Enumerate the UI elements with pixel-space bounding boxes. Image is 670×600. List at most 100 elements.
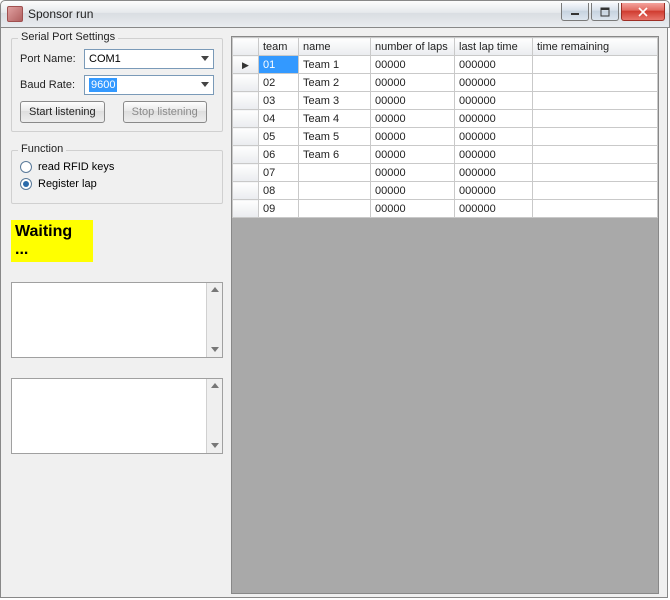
close-button[interactable] xyxy=(621,3,665,21)
scroll-up-icon[interactable] xyxy=(207,379,222,393)
cell-remaining[interactable] xyxy=(533,182,658,200)
chevron-down-icon xyxy=(197,50,213,68)
scroll-up-icon[interactable] xyxy=(207,283,222,297)
header-row: team name number of laps last lap time t… xyxy=(233,38,658,56)
client-area: Serial Port Settings Port Name: COM1 Bau… xyxy=(0,28,668,598)
col-name[interactable]: name xyxy=(299,38,371,56)
stop-listening-button[interactable]: Stop listening xyxy=(123,101,207,123)
cell-team[interactable]: 09 xyxy=(259,200,299,218)
cell-name[interactable] xyxy=(299,200,371,218)
radio-icon xyxy=(20,161,32,173)
table-row[interactable]: 09 00000000000 xyxy=(233,200,658,218)
scrollbar[interactable] xyxy=(206,379,222,453)
cell-remaining[interactable] xyxy=(533,56,658,74)
table-row[interactable]: 03Team 300000000000 xyxy=(233,92,658,110)
cell-name[interactable]: Team 6 xyxy=(299,146,371,164)
cell-laps[interactable]: 00000 xyxy=(371,200,455,218)
cell-name[interactable]: Team 3 xyxy=(299,92,371,110)
minimize-button[interactable] xyxy=(561,3,589,21)
col-last[interactable]: last lap time xyxy=(455,38,533,56)
table-row[interactable]: 07 00000000000 xyxy=(233,164,658,182)
cell-name[interactable] xyxy=(299,164,371,182)
cell-name[interactable] xyxy=(299,182,371,200)
row-header[interactable] xyxy=(233,164,259,182)
grid-table: team name number of laps last lap time t… xyxy=(232,37,658,218)
cell-team[interactable]: 05 xyxy=(259,128,299,146)
cell-laps[interactable]: 00000 xyxy=(371,92,455,110)
read-rfid-option[interactable]: read RFID keys xyxy=(20,161,214,173)
baud-rate-label: Baud Rate: xyxy=(20,79,84,91)
cell-last[interactable]: 000000 xyxy=(455,182,533,200)
cell-last[interactable]: 000000 xyxy=(455,56,533,74)
row-header[interactable] xyxy=(233,74,259,92)
col-laps[interactable]: number of laps xyxy=(371,38,455,56)
serial-group: Serial Port Settings Port Name: COM1 Bau… xyxy=(11,38,223,132)
cell-team[interactable]: 03 xyxy=(259,92,299,110)
cell-team[interactable]: 04 xyxy=(259,110,299,128)
cell-remaining[interactable] xyxy=(533,74,658,92)
table-row[interactable]: 04Team 400000000000 xyxy=(233,110,658,128)
row-header[interactable] xyxy=(233,146,259,164)
col-team[interactable]: team xyxy=(259,38,299,56)
app-icon xyxy=(7,6,23,22)
cell-team[interactable]: 07 xyxy=(259,164,299,182)
table-row[interactable]: 08 00000000000 xyxy=(233,182,658,200)
cell-name[interactable]: Team 4 xyxy=(299,110,371,128)
row-header[interactable] xyxy=(233,110,259,128)
cell-last[interactable]: 000000 xyxy=(455,146,533,164)
cell-name[interactable]: Team 1 xyxy=(299,56,371,74)
table-row[interactable]: 01Team 100000000000 xyxy=(233,56,658,74)
cell-last[interactable]: 000000 xyxy=(455,128,533,146)
radio-icon xyxy=(20,178,32,190)
cell-laps[interactable]: 00000 xyxy=(371,56,455,74)
col-remaining[interactable]: time remaining xyxy=(533,38,658,56)
row-header[interactable] xyxy=(233,92,259,110)
row-header[interactable] xyxy=(233,56,259,74)
baud-rate-combo[interactable]: 9600 xyxy=(84,75,214,95)
cell-remaining[interactable] xyxy=(533,128,658,146)
chevron-down-icon xyxy=(197,76,213,94)
cell-remaining[interactable] xyxy=(533,200,658,218)
cell-last[interactable]: 000000 xyxy=(455,200,533,218)
scrollbar[interactable] xyxy=(206,283,222,357)
cell-last[interactable]: 000000 xyxy=(455,74,533,92)
cell-laps[interactable]: 00000 xyxy=(371,164,455,182)
cell-remaining[interactable] xyxy=(533,92,658,110)
cell-laps[interactable]: 00000 xyxy=(371,182,455,200)
register-lap-option[interactable]: Register lap xyxy=(20,178,214,190)
table-row[interactable]: 06Team 600000000000 xyxy=(233,146,658,164)
cell-last[interactable]: 000000 xyxy=(455,92,533,110)
cell-laps[interactable]: 00000 xyxy=(371,128,455,146)
cell-team[interactable]: 02 xyxy=(259,74,299,92)
data-grid[interactable]: team name number of laps last lap time t… xyxy=(231,36,659,594)
row-header[interactable] xyxy=(233,200,259,218)
cell-name[interactable]: Team 2 xyxy=(299,74,371,92)
left-pane: Serial Port Settings Port Name: COM1 Bau… xyxy=(1,28,231,597)
scroll-down-icon[interactable] xyxy=(207,439,222,453)
log-textbox-2[interactable] xyxy=(11,378,223,454)
cell-remaining[interactable] xyxy=(533,110,658,128)
baud-rate-value: 9600 xyxy=(89,78,117,92)
cell-team[interactable]: 08 xyxy=(259,182,299,200)
row-header[interactable] xyxy=(233,182,259,200)
table-row[interactable]: 05Team 500000000000 xyxy=(233,128,658,146)
row-header[interactable] xyxy=(233,128,259,146)
log-textbox-1[interactable] xyxy=(11,282,223,358)
table-row[interactable]: 02Team 200000000000 xyxy=(233,74,658,92)
port-name-combo[interactable]: COM1 xyxy=(84,49,214,69)
cell-laps[interactable]: 00000 xyxy=(371,146,455,164)
read-rfid-label: read RFID keys xyxy=(38,161,114,173)
cell-remaining[interactable] xyxy=(533,164,658,182)
cell-last[interactable]: 000000 xyxy=(455,110,533,128)
cell-name[interactable]: Team 5 xyxy=(299,128,371,146)
cell-team[interactable]: 01 xyxy=(259,56,299,74)
titlebar[interactable]: Sponsor run xyxy=(0,0,670,28)
cell-laps[interactable]: 00000 xyxy=(371,74,455,92)
cell-team[interactable]: 06 xyxy=(259,146,299,164)
scroll-down-icon[interactable] xyxy=(207,343,222,357)
maximize-button[interactable] xyxy=(591,3,619,21)
start-listening-button[interactable]: Start listening xyxy=(20,101,105,123)
cell-laps[interactable]: 00000 xyxy=(371,110,455,128)
cell-remaining[interactable] xyxy=(533,146,658,164)
cell-last[interactable]: 000000 xyxy=(455,164,533,182)
